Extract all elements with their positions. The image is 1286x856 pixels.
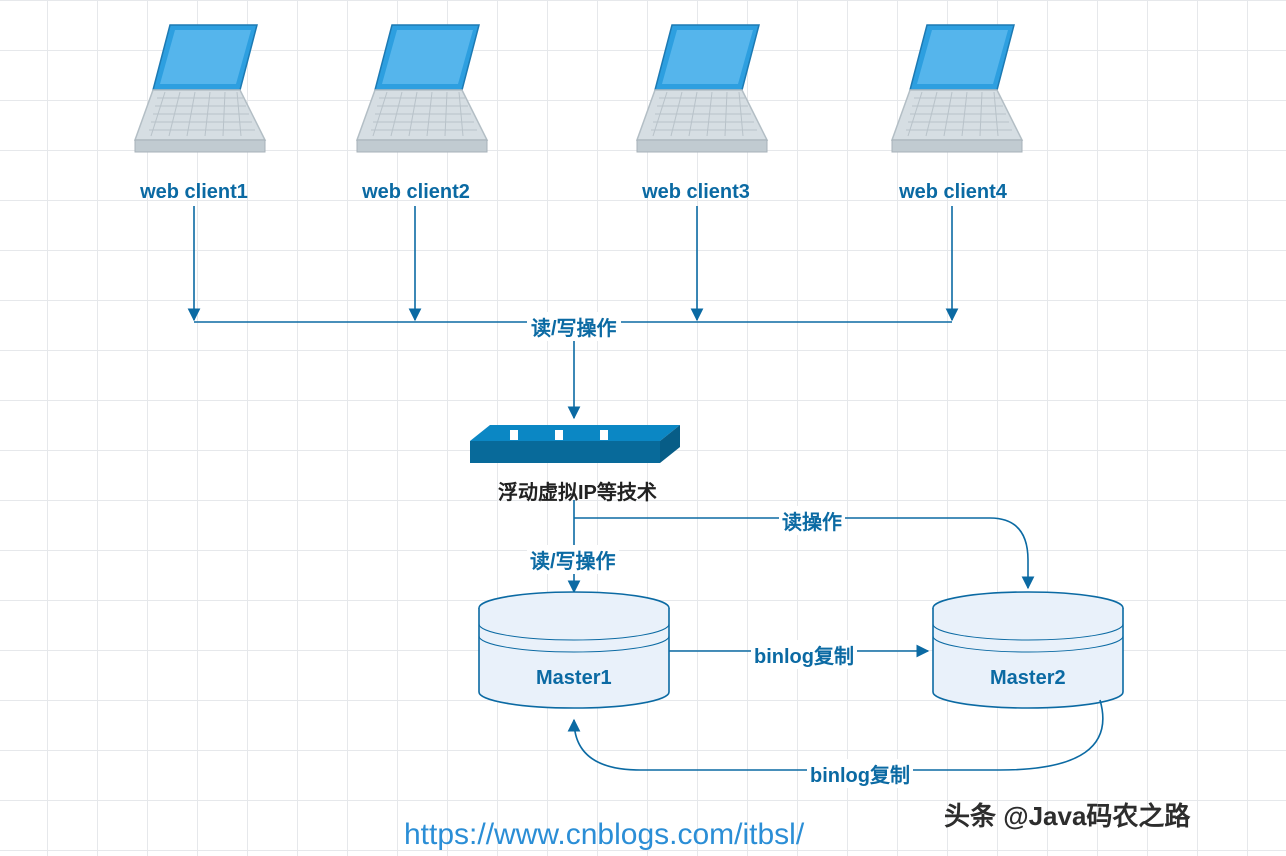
connections-layer	[0, 0, 1286, 856]
footer-url: https://www.cnblogs.com/itbsl/	[404, 818, 804, 852]
diagram-canvas: web client1 web client2 web client3 web …	[0, 0, 1286, 856]
laptop-icon	[135, 25, 265, 152]
client-label: web client4	[897, 181, 1009, 204]
watermark: 头条 @Java码农之路	[944, 796, 1190, 833]
read-ops-label: 读操作	[779, 506, 845, 535]
router-icon	[470, 425, 680, 463]
laptop-icon	[637, 25, 767, 152]
vip-label: 浮动虚拟IP等技术	[498, 476, 657, 505]
laptop-icon	[357, 25, 487, 152]
laptop-icon	[892, 25, 1022, 152]
master1-label: Master1	[536, 667, 612, 690]
client-label: web client1	[138, 181, 250, 204]
binlog-mid-label: binlog复制	[751, 640, 857, 669]
client-label: web client2	[360, 181, 472, 204]
client-label: web client3	[640, 181, 752, 204]
database-icon-master2	[933, 592, 1123, 708]
database-icon-master1	[479, 592, 669, 708]
master2-label: Master2	[990, 667, 1066, 690]
readwrite-mid-label: 读/写操作	[527, 545, 619, 574]
binlog-bottom-label: binlog复制	[807, 759, 913, 788]
readwrite-top-label: 读/写操作	[527, 312, 621, 341]
